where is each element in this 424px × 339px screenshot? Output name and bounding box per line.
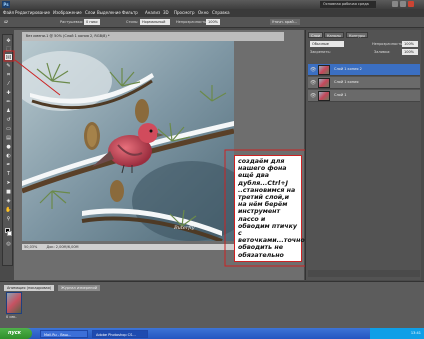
background-color-swatch[interactable] <box>7 231 12 236</box>
layer-opacity-input[interactable]: 100% <box>402 41 418 47</box>
lasso-icon[interactable]: ➫ <box>4 19 8 25</box>
layer-name: Слой 1 <box>334 93 347 97</box>
history-brush-icon[interactable]: ↺ <box>5 117 12 123</box>
menu-3d[interactable]: 3D <box>163 10 169 15</box>
feather-input[interactable]: 0 пикс <box>84 19 100 25</box>
layer-name: Слой 1 копия 2 <box>334 67 362 71</box>
layer-opacity-label: Непрозрачность: <box>372 42 404 46</box>
taskbar-item-mail[interactable]: Mail.Ru - Ваш... <box>40 330 88 338</box>
menu-bar: Файл Редактирование Изображение Слои Выд… <box>0 9 424 17</box>
opacity-input[interactable]: 100% <box>206 19 220 25</box>
layer-row[interactable]: 👁 Слой 1 <box>308 90 420 102</box>
zoom-level[interactable]: 50,03% <box>24 245 37 249</box>
menu-select[interactable]: Выделение <box>97 10 121 15</box>
tools-panel: ✥ ⬚ ʘ ✎ ⌗ ⁄ ✚ ✏ ♟ ↺ ▭ ▤ ● ◐ ✒ T ➤ ■ ◈ ✋ … <box>2 34 13 266</box>
menu-edit[interactable]: Редактирование <box>15 10 50 15</box>
crop-tool-icon[interactable]: ⌗ <box>5 72 12 78</box>
layers-panel-footer <box>308 270 420 277</box>
layers-panel: Слои Каналы Контуры Обычные Непрозрачнос… <box>305 30 421 280</box>
document-tab[interactable]: без имени-1 @ 50% (Слой 1 копия 2, RGB/8… <box>22 32 284 41</box>
path-select-icon[interactable]: ➤ <box>5 180 12 186</box>
maximize-button[interactable] <box>400 1 406 7</box>
shape-tool-icon[interactable]: ■ <box>5 189 12 195</box>
tab-measurement-log[interactable]: Журнал измерений <box>58 285 100 291</box>
minimize-button[interactable] <box>392 1 398 7</box>
zoom-tool-icon[interactable]: ⚲ <box>5 216 12 222</box>
options-bar: ➫ Растушевка: 0 пикс Стиль: Нормальный Н… <box>0 17 424 28</box>
style-select[interactable]: Нормальный <box>140 19 170 25</box>
blur-icon[interactable]: ● <box>5 144 12 150</box>
layer-thumbnail <box>318 65 330 75</box>
menu-view[interactable]: Просмотр <box>174 10 195 15</box>
animation-frame[interactable] <box>6 292 22 314</box>
instruction-callout: создаём для нашего фона ещё два дубля...… <box>234 155 305 262</box>
layer-name: Слой 1 копия <box>334 80 359 84</box>
visibility-eye-icon[interactable]: 👁 <box>310 67 316 73</box>
menu-filter[interactable]: Фильтр <box>122 10 138 15</box>
layer-thumbnail <box>318 91 330 101</box>
bird-painting: Buterfly <box>22 41 234 241</box>
animation-panel: Анимация (покадровая) Журнал измерений <box>0 281 424 328</box>
menu-layers[interactable]: Слои <box>85 10 95 15</box>
gradient-icon[interactable]: ▤ <box>5 135 12 141</box>
feather-label: Растушевка: <box>60 20 84 24</box>
opacity-label: Непрозрачность: <box>176 20 208 24</box>
marquee-tool-icon[interactable]: ⬚ <box>5 46 12 52</box>
type-tool-icon[interactable]: T <box>5 171 12 177</box>
layer-thumbnail <box>318 78 330 88</box>
visibility-eye-icon[interactable]: 👁 <box>310 93 316 99</box>
artist-signature: Buterfly <box>173 225 195 231</box>
clone-stamp-icon[interactable]: ♟ <box>5 108 12 114</box>
menu-file[interactable]: Файл <box>3 10 14 15</box>
layer-row[interactable]: 👁 Слой 1 копия 2 <box>308 64 420 76</box>
lasso-tool-icon[interactable]: ʘ <box>5 54 12 61</box>
quick-select-icon[interactable]: ✎ <box>5 63 12 69</box>
layer-row[interactable]: 👁 Слой 1 копия <box>308 77 420 89</box>
taskbar-item-photoshop[interactable]: Adobe Photoshop CS... <box>92 330 148 338</box>
move-tool-icon[interactable]: ✥ <box>5 38 12 44</box>
workspace-switcher[interactable]: Основная рабочая среда <box>320 1 376 8</box>
close-button[interactable] <box>408 1 414 7</box>
eyedropper-icon[interactable]: ⁄ <box>5 81 12 87</box>
system-tray-clock: 13:41 <box>370 328 424 339</box>
pen-tool-icon[interactable]: ✒ <box>5 162 12 168</box>
frame-delay[interactable]: 0 сек. <box>6 315 17 319</box>
menu-help[interactable]: Справка <box>212 10 230 15</box>
menu-image[interactable]: Изображение <box>53 10 82 15</box>
eraser-icon[interactable]: ▭ <box>5 126 12 132</box>
lock-label: Закрепить: <box>310 50 331 54</box>
fill-label: Заливка: <box>374 50 391 54</box>
start-button[interactable]: пуск <box>0 328 32 339</box>
hand-tool-icon[interactable]: ✋ <box>5 207 12 213</box>
menu-window[interactable]: Окно <box>198 10 209 15</box>
fill-input[interactable]: 100% <box>402 49 418 55</box>
style-label: Стиль: <box>126 20 139 24</box>
tab-layers[interactable]: Слои <box>308 32 324 38</box>
healing-brush-icon[interactable]: ✚ <box>5 90 12 96</box>
photoshop-logo: Ps <box>2 1 10 8</box>
refine-edge-button[interactable]: Уточн. край... <box>270 19 300 25</box>
quick-mask-icon[interactable]: ◎ <box>5 241 12 247</box>
doc-size: Док: 2,00M/6,00M <box>46 245 79 249</box>
visibility-eye-icon[interactable]: 👁 <box>310 80 316 86</box>
application-bar: Ps Основная рабочая среда <box>0 0 424 9</box>
dodge-icon[interactable]: ◐ <box>5 153 12 159</box>
menu-analysis[interactable]: Анализ <box>145 10 160 15</box>
brush-tool-icon[interactable]: ✏ <box>5 99 12 105</box>
3d-rotate-icon[interactable]: ◈ <box>5 198 12 204</box>
tab-animation[interactable]: Анимация (покадровая) <box>4 285 55 291</box>
canvas-image[interactable]: Buterfly <box>22 41 234 241</box>
tab-channels[interactable]: Каналы <box>324 32 345 38</box>
blend-mode-select[interactable]: Обычные <box>310 41 344 47</box>
tab-paths[interactable]: Контуры <box>346 32 369 38</box>
